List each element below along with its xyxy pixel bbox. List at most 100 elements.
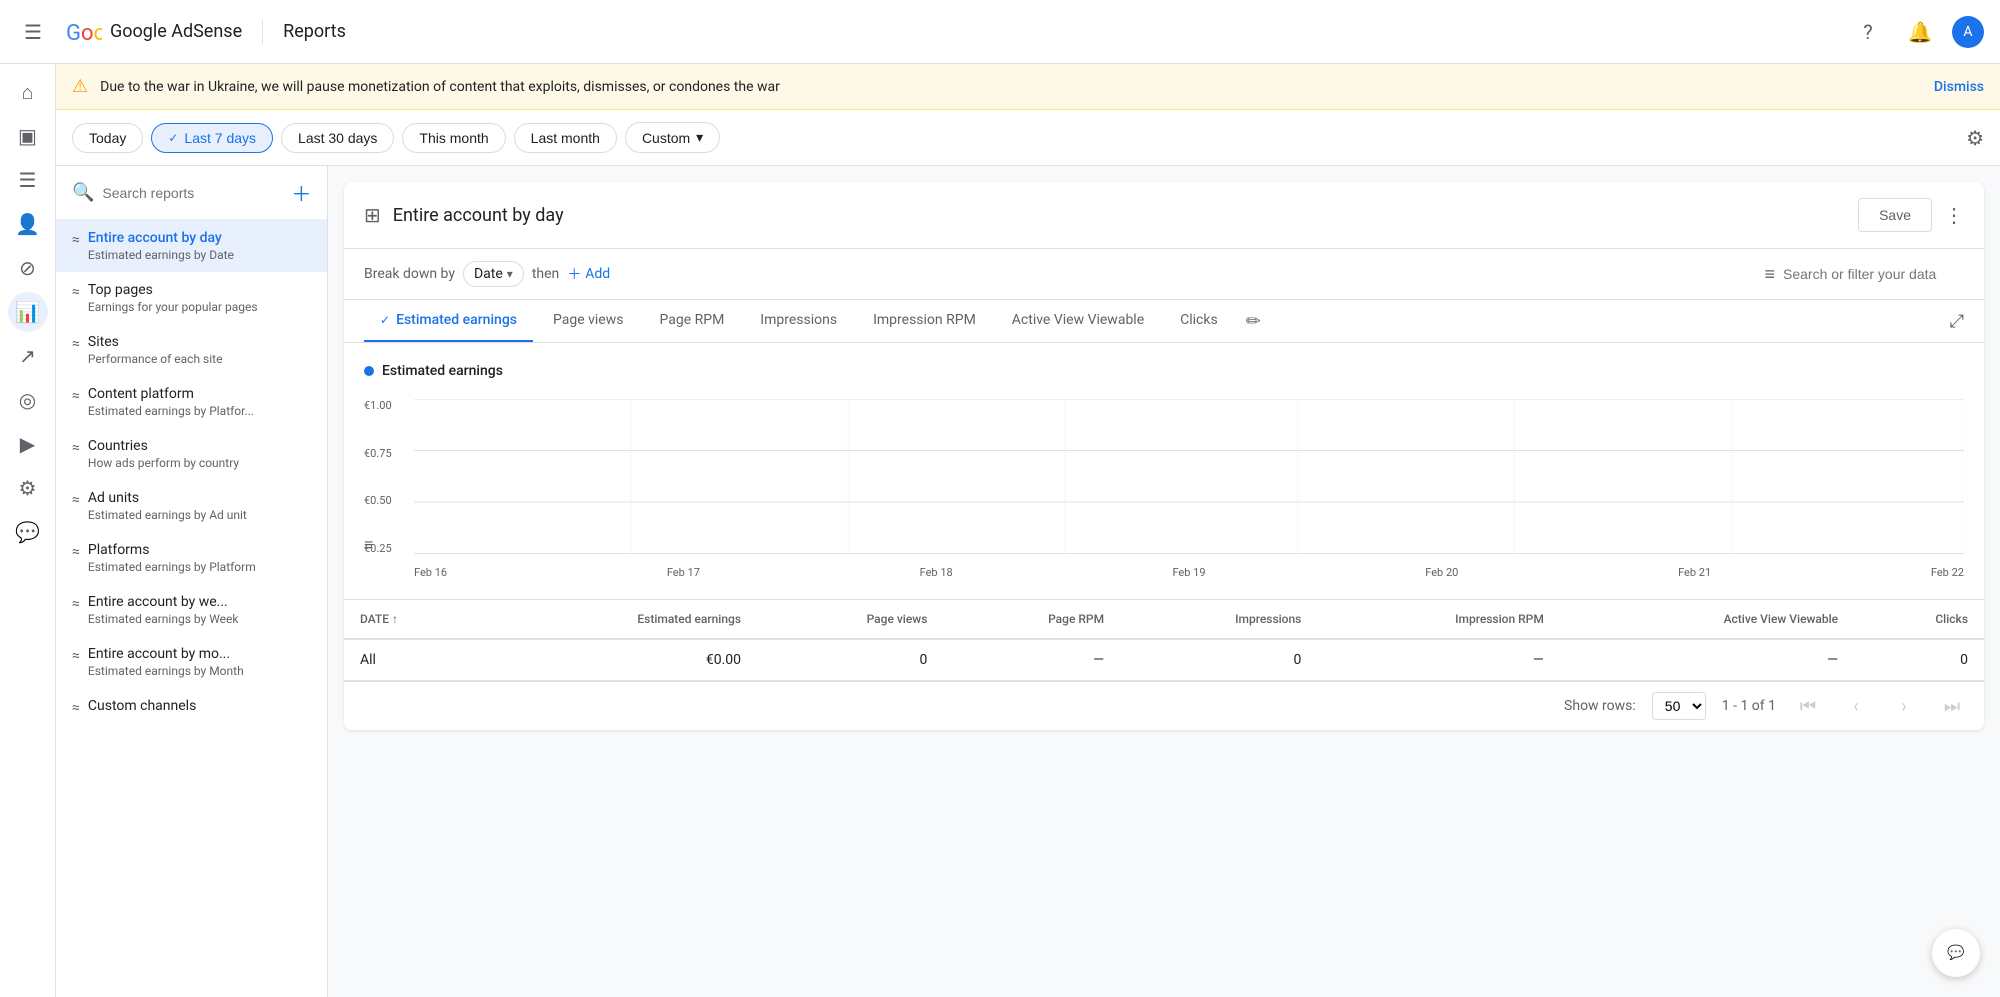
filter-data-input[interactable] xyxy=(1783,266,1964,282)
chat-support-button[interactable]: 💬 xyxy=(1932,929,1980,977)
breakdown-chip-text: Date xyxy=(474,266,503,282)
avatar[interactable]: A xyxy=(1952,16,1984,48)
trends-nav-icon[interactable]: ↗ xyxy=(8,336,48,376)
nav-divider xyxy=(262,20,263,44)
tab-active-view-viewable[interactable]: Active View Viewable xyxy=(996,300,1160,342)
pagination-bar: Show rows: 50 1 - 1 of 1 ⏮ ‹ › ⏭ xyxy=(344,681,1984,730)
report-item-content: Content platform Estimated earnings by P… xyxy=(88,386,285,418)
expand-chart-icon[interactable]: ⤢ xyxy=(1950,311,1964,332)
report-item-subtitle: Estimated earnings by Platfor... xyxy=(88,404,285,418)
report-item-title: Sites xyxy=(88,334,285,350)
cell-page-rpm: — xyxy=(943,639,1120,681)
rows-per-page-select[interactable]: 50 xyxy=(1652,692,1706,720)
chart-list-icon: ≡ xyxy=(364,535,373,555)
more-options-icon[interactable]: ⋮ xyxy=(1944,203,1964,227)
report-list-item[interactable]: ≈ Custom channels ⋮ xyxy=(56,688,327,729)
home-nav-icon[interactable]: ⌂ xyxy=(8,72,48,112)
report-list-item[interactable]: ≈ Entire account by day Estimated earnin… xyxy=(56,220,327,272)
pages-nav-icon[interactable]: ▣ xyxy=(8,116,48,156)
reports-nav-icon[interactable]: 📊 xyxy=(8,292,48,332)
report-item-content: Ad units Estimated earnings by Ad unit xyxy=(88,490,285,522)
report-item-subtitle: How ads perform by country xyxy=(88,456,285,470)
breakdown-chip-arrow: ▾ xyxy=(507,267,513,281)
content-area: 🔍 ＋ ≈ Entire account by day Estimated ea… xyxy=(56,166,2000,997)
today-filter-btn[interactable]: Today xyxy=(72,123,143,153)
cell-clicks: 0 xyxy=(1854,639,1984,681)
add-report-icon[interactable]: ＋ xyxy=(291,178,311,207)
report-item-title: Ad units xyxy=(88,490,285,506)
chart-y-label-1: €1.00 xyxy=(364,399,392,412)
report-list-item[interactable]: ≈ Entire account by mo... Estimated earn… xyxy=(56,636,327,688)
breakdown-label: Break down by xyxy=(364,266,455,282)
chart-x-label-feb19: Feb 19 xyxy=(1172,566,1205,579)
chart-title-row: Estimated earnings xyxy=(364,363,1964,379)
optimization-nav-icon[interactable]: ◎ xyxy=(8,380,48,420)
search-reports-input[interactable] xyxy=(102,185,283,201)
next-page-button[interactable]: › xyxy=(1888,690,1920,722)
first-page-button[interactable]: ⏮ xyxy=(1792,690,1824,722)
custom-dropdown-icon: ▾ xyxy=(696,129,703,146)
video-nav-icon[interactable]: ▶ xyxy=(8,424,48,464)
add-breakdown-button[interactable]: ＋ Add xyxy=(567,264,610,284)
logo: Google Google AdSense xyxy=(62,12,242,52)
report-item-title: Entire account by we... xyxy=(88,594,285,610)
tab-page-rpm[interactable]: Page RPM xyxy=(643,300,740,342)
content-nav-icon[interactable]: ☰ xyxy=(8,160,48,200)
report-item-title: Countries xyxy=(88,438,285,454)
filter-settings-icon[interactable]: ⚙ xyxy=(1966,126,1984,150)
tab-estimated-earnings[interactable]: ✓ Estimated earnings xyxy=(364,300,533,342)
tab-clicks[interactable]: Clicks xyxy=(1164,300,1234,342)
custom-filter-btn[interactable]: Custom ▾ xyxy=(625,122,720,153)
pagination-info: 1 - 1 of 1 xyxy=(1722,698,1776,714)
report-item-subtitle: Estimated earnings by Platform xyxy=(88,560,285,574)
report-item-content: Custom channels xyxy=(88,698,285,714)
report-table: DATE ↑ Estimated earnings Page views Pag… xyxy=(344,600,1984,681)
report-list-item[interactable]: ≈ Platforms Estimated earnings by Platfo… xyxy=(56,532,327,584)
users-nav-icon[interactable]: 👤 xyxy=(8,204,48,244)
reports-list: ≈ Entire account by day Estimated earnin… xyxy=(56,220,327,729)
lastmonth-filter-btn[interactable]: Last month xyxy=(514,123,617,153)
tab-page-views[interactable]: Page views xyxy=(537,300,640,342)
report-list-item[interactable]: ≈ Countries How ads perform by country ⋮ xyxy=(56,428,327,480)
report-list-item[interactable]: ≈ Sites Performance of each site ⋮ xyxy=(56,324,327,376)
metric-tabs: ✓ Estimated earnings Page views Page RPM… xyxy=(344,300,1984,343)
feedback-nav-icon[interactable]: 💬 xyxy=(8,512,48,552)
banner-dismiss-button[interactable]: Dismiss xyxy=(1934,79,1984,95)
sort-icon: ↑ xyxy=(392,612,398,626)
report-item-content: Sites Performance of each site xyxy=(88,334,285,366)
chart-x-label-feb22: Feb 22 xyxy=(1931,566,1964,579)
last30days-filter-btn[interactable]: Last 30 days xyxy=(281,123,394,153)
menu-icon[interactable]: ☰ xyxy=(16,12,50,52)
table-head: DATE ↑ Estimated earnings Page views Pag… xyxy=(344,600,1984,639)
tab-impression-rpm[interactable]: Impression RPM xyxy=(857,300,992,342)
help-icon[interactable]: ? xyxy=(1848,12,1888,52)
last7days-filter-btn[interactable]: ✓ Last 7 days xyxy=(151,123,273,153)
prev-page-button[interactable]: ‹ xyxy=(1840,690,1872,722)
chart-area: Estimated earnings €1.00 €0.75 €0.50 €0.… xyxy=(344,343,1984,600)
report-list-item[interactable]: ≈ Entire account by we... Estimated earn… xyxy=(56,584,327,636)
app-name: Google AdSense xyxy=(110,21,242,42)
block-nav-icon[interactable]: ⊘ xyxy=(8,248,48,288)
cell-impression-rpm: — xyxy=(1317,639,1560,681)
breakdown-date-chip[interactable]: Date ▾ xyxy=(463,261,524,287)
report-item-content: Entire account by we... Estimated earnin… xyxy=(88,594,285,626)
settings-nav-icon[interactable]: ⚙ xyxy=(8,468,48,508)
save-button[interactable]: Save xyxy=(1858,198,1932,232)
report-item-subtitle: Estimated earnings by Month xyxy=(88,664,285,678)
banner-warning-icon: ⚠ xyxy=(72,76,88,97)
notifications-icon[interactable]: 🔔 xyxy=(1900,12,1940,52)
col-date-label: DATE xyxy=(360,612,389,626)
thismonth-filter-btn[interactable]: This month xyxy=(402,123,505,153)
filter-icon: ≡ xyxy=(1764,264,1775,285)
report-list-item[interactable]: ≈ Top pages Earnings for your popular pa… xyxy=(56,272,327,324)
report-list-item[interactable]: ≈ Ad units Estimated earnings by Ad unit… xyxy=(56,480,327,532)
tab-impressions[interactable]: Impressions xyxy=(744,300,853,342)
edit-metrics-icon[interactable]: ✏ xyxy=(1246,311,1261,332)
report-item-title: Top pages xyxy=(88,282,285,298)
report-list-item[interactable]: ≈ Content platform Estimated earnings by… xyxy=(56,376,327,428)
tab-label: Active View Viewable xyxy=(1012,312,1144,328)
col-date[interactable]: DATE ↑ xyxy=(344,600,485,639)
chart-container: €1.00 €0.75 €0.50 €0.25 xyxy=(364,399,1964,579)
last-page-button[interactable]: ⏭ xyxy=(1936,690,1968,722)
report-item-content: Entire account by day Estimated earnings… xyxy=(88,230,285,262)
